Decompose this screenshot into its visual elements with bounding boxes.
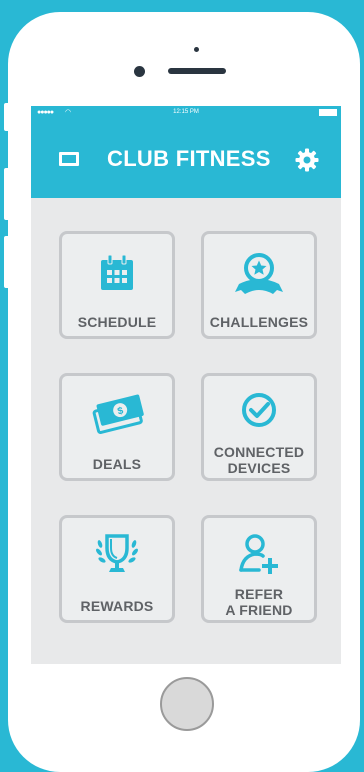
- gear-icon[interactable]: [295, 148, 319, 172]
- schedule-tile[interactable]: SCHEDULE: [59, 231, 175, 339]
- menu-icon[interactable]: [59, 152, 79, 166]
- deals-tile[interactable]: $ DEALS: [59, 373, 175, 481]
- trophy-icon: [96, 534, 138, 572]
- checkmark-circle-icon: [242, 393, 276, 427]
- earpiece-speaker: [168, 68, 226, 74]
- refer-a-friend-label-line1: REFER: [234, 586, 284, 602]
- connected-devices-label: CONNECTED DEVICES: [204, 444, 314, 476]
- app-bar: CLUB FITNESS: [31, 120, 341, 198]
- refer-a-friend-tile[interactable]: REFER A FRIEND: [201, 515, 317, 623]
- status-time: 12:15 PM: [173, 109, 199, 115]
- challenges-label: CHALLENGES: [209, 314, 309, 330]
- home-button[interactable]: [160, 677, 214, 731]
- battery-icon: [319, 109, 337, 116]
- rewards-tile[interactable]: REWARDS: [59, 515, 175, 623]
- front-camera: [134, 66, 145, 77]
- connected-devices-label-line2: DEVICES: [227, 460, 291, 476]
- app-title: CLUB FITNESS: [107, 146, 271, 171]
- connected-devices-tile[interactable]: CONNECTED DEVICES: [201, 373, 317, 481]
- schedule-label: SCHEDULE: [77, 314, 157, 330]
- status-bar: ●●●●● ◠ 12:15 PM: [31, 106, 341, 120]
- deals-label: DEALS: [92, 456, 142, 472]
- volume-down-button: [4, 236, 10, 288]
- award-ribbon-icon: [235, 253, 283, 294]
- front-sensor: [194, 47, 199, 52]
- refer-a-friend-label-line2: A FRIEND: [225, 602, 293, 618]
- connected-devices-label-line1: CONNECTED: [213, 444, 305, 460]
- money-icon: $: [92, 394, 144, 434]
- mute-switch: [4, 103, 10, 131]
- refer-a-friend-label: REFER A FRIEND: [204, 586, 314, 618]
- challenges-tile[interactable]: CHALLENGES: [201, 231, 317, 339]
- rewards-label: REWARDS: [80, 598, 154, 614]
- volume-up-button: [4, 168, 10, 220]
- calendar-icon: [101, 254, 133, 290]
- add-user-icon: [239, 534, 278, 574]
- page: { "status_bar": { "time": "12:15 PM" }, …: [0, 0, 364, 772]
- screen: ●●●●● ◠ 12:15 PM CLUB FITNESS SCHEDULE C…: [31, 106, 341, 664]
